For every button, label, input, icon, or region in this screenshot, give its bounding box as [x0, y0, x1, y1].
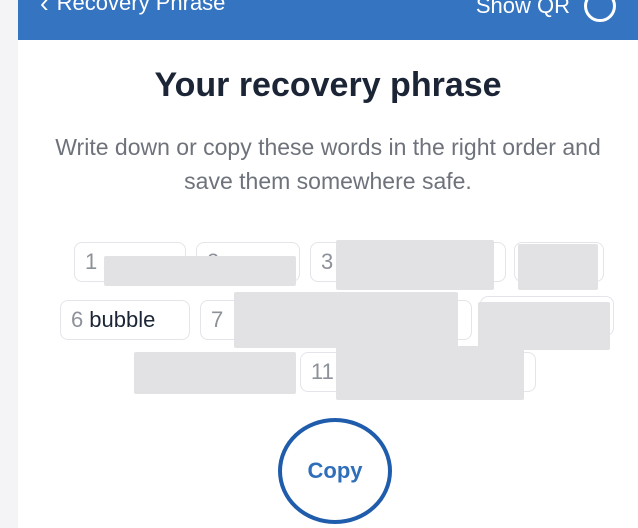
page-title: Your recovery phrase: [154, 66, 502, 104]
page-description: Write down or copy these words in the ri…: [55, 134, 601, 194]
chevron-left-icon: ‹: [40, 0, 49, 18]
show-qr-button[interactable]: Show QR: [476, 0, 616, 22]
show-qr-label: Show QR: [475, 0, 570, 18]
qr-circle-icon: [584, 0, 616, 22]
navigation-bar: ‹ Recovery Phrase Show QR: [18, 0, 638, 40]
copy-button[interactable]: Copy: [278, 418, 392, 524]
copy-label: Copy: [307, 458, 363, 483]
back-button[interactable]: ‹ Recovery Phrase: [40, 0, 225, 16]
nav-title: Recovery Phrase: [56, 0, 226, 15]
